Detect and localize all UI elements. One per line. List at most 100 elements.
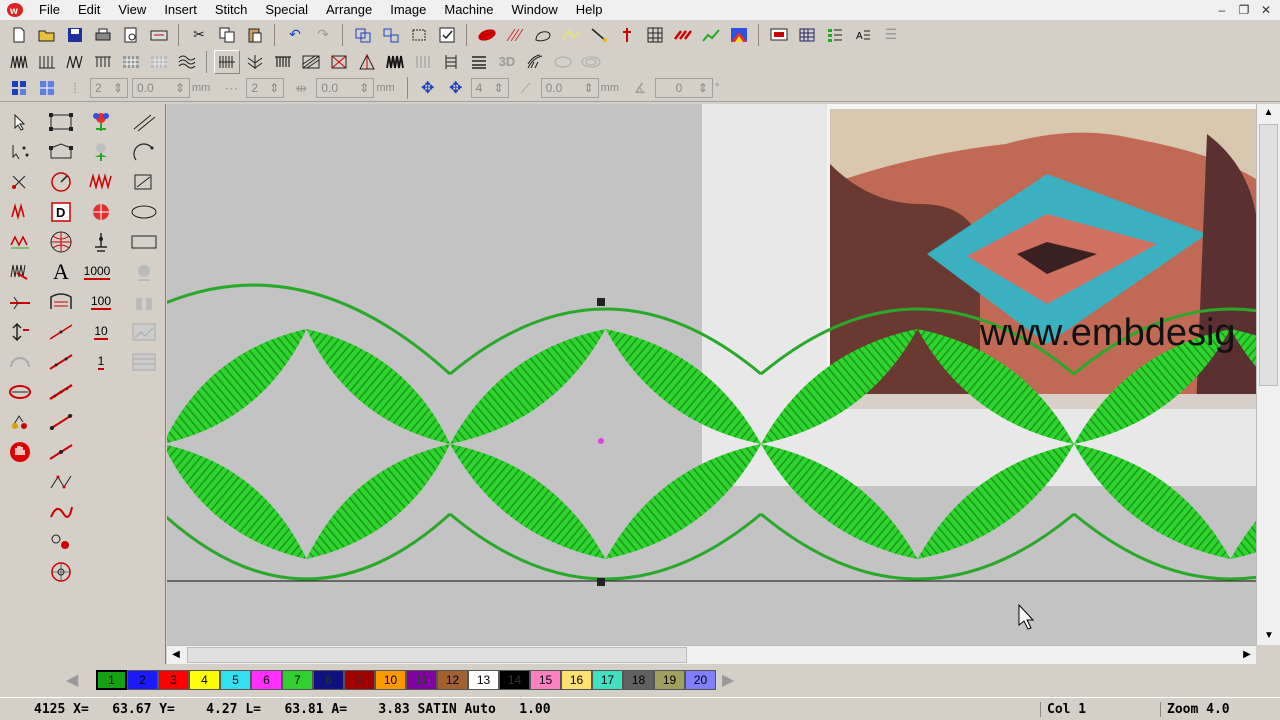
copy-icon[interactable] [214,23,240,47]
line-node-3-icon[interactable] [47,379,75,405]
color-chip-6[interactable]: 6 [251,670,282,690]
menu-arrange[interactable]: Arrange [317,0,381,20]
line-node-5-icon[interactable] [47,439,75,465]
scroll-up-arrow-icon[interactable]: ▲ [1257,104,1280,122]
stitch-count-field[interactable]: 2 ⇕ [90,78,128,98]
cut-icon[interactable]: ✂ [186,23,212,47]
color-chip-1[interactable]: 1 [96,670,127,690]
vertical-scroll-thumb[interactable] [1259,124,1278,386]
disabled-bottles-icon[interactable] [130,289,158,315]
stitch-lines-icon[interactable] [502,23,528,47]
new-file-icon[interactable] [6,23,32,47]
wave-stitch-icon[interactable] [62,50,88,74]
text-list-icon[interactable]: A [850,23,876,47]
line-node-1-icon[interactable] [47,319,75,345]
minimize-button[interactable]: – [1212,0,1232,20]
palette-left-arrow-icon[interactable]: ◀ [66,670,96,690]
chart-icon[interactable] [698,23,724,47]
red-stitch-icon[interactable] [670,23,696,47]
enclosed-shape-icon[interactable] [47,139,75,165]
menu-stitch[interactable]: Stitch [206,0,257,20]
repeat-count-field[interactable]: 4 ⇕ [470,78,509,98]
color-chip-11[interactable]: 11 [406,670,437,690]
color-chip-2[interactable]: 2 [127,670,158,690]
color-chip-3[interactable]: 3 [158,670,189,690]
ladder-icon[interactable] [438,50,464,74]
paste-icon[interactable] [242,23,268,47]
rotate-ring-icon[interactable] [6,379,34,405]
cross-fill-icon[interactable] [298,50,324,74]
disabled-list-icon[interactable]: ☰ [878,23,904,47]
offset-field[interactable]: 0.0 ⇕ [540,78,599,98]
app-logo-icon[interactable]: w [4,1,26,19]
circle-arrow-icon[interactable] [47,169,75,195]
menu-edit[interactable]: Edit [69,0,109,20]
satin-column-icon[interactable] [87,169,115,195]
list-colors-icon[interactable] [822,23,848,47]
count-100-icon[interactable]: 100 [87,289,115,315]
tatami-tool-icon[interactable] [87,199,115,225]
hand-scissors-icon[interactable] [6,409,34,435]
horizontal-scroll-thumb[interactable] [187,647,687,663]
color-picture-icon[interactable] [726,23,752,47]
curved-fill-icon[interactable] [522,50,548,74]
column-stitch-icon[interactable] [34,50,60,74]
monogram-icon[interactable] [47,289,75,315]
disabled-column-icon[interactable] [410,50,436,74]
select-arrow-icon[interactable] [6,109,34,135]
motif-fill-icon[interactable] [146,50,172,74]
scissors-tool-icon[interactable] [6,169,34,195]
color-chip-13[interactable]: 13 [468,670,499,690]
parallel-lines-icon[interactable] [130,109,158,135]
bead-icon[interactable] [47,529,75,555]
menu-special[interactable]: Special [256,0,317,20]
color-chip-19[interactable]: 19 [654,670,685,690]
redo-icon[interactable]: ↷ [310,23,336,47]
scroll-left-arrow-icon[interactable]: ◀ [167,646,185,664]
count-10-icon[interactable]: 10 [87,319,115,345]
color-chip-14[interactable]: 14 [499,670,530,690]
stitch-length-field[interactable]: 0.0 ⇕ [132,78,190,98]
disabled-shape-icon[interactable] [550,50,576,74]
zigzag-tool-icon[interactable] [6,259,34,285]
wave-fill-icon[interactable] [174,50,200,74]
color-chip-20[interactable]: 20 [685,670,716,690]
color-chip-9[interactable]: 9 [344,670,375,690]
color-chip-16[interactable]: 16 [561,670,592,690]
curve-run-icon[interactable] [47,499,75,525]
needle-icon[interactable] [586,23,612,47]
print-preview-icon[interactable] [118,23,144,47]
wave-edit-icon[interactable] [6,229,34,255]
color-chip-15[interactable]: 15 [530,670,561,690]
checklist-icon[interactable] [434,23,460,47]
transform-icon[interactable] [406,23,432,47]
ungroup-icon[interactable] [378,23,404,47]
dense-zigzag-icon[interactable] [382,50,408,74]
menu-view[interactable]: View [109,0,155,20]
line-node-4-icon[interactable] [47,409,75,435]
measure-disabled-icon[interactable] [6,349,34,375]
align-grid-icon[interactable] [6,76,32,100]
color-chip-8[interactable]: 8 [313,670,344,690]
stitch-fill-icon[interactable] [474,23,500,47]
save-icon[interactable] [62,23,88,47]
color-chip-17[interactable]: 17 [592,670,623,690]
color-chip-12[interactable]: 12 [437,670,468,690]
menu-machine[interactable]: Machine [435,0,502,20]
spacing-field[interactable]: 0.0 ⇕ [316,78,375,98]
line-node-2-icon[interactable] [47,349,75,375]
3d-icon[interactable]: 3D [494,50,520,74]
menu-help[interactable]: Help [567,0,612,20]
trim-icon[interactable] [614,23,640,47]
color-chip-4[interactable]: 4 [189,670,220,690]
disabled-cloud-tool-icon[interactable] [130,259,158,285]
reshape-icon[interactable] [47,109,75,135]
spacing-icon[interactable]: ⇹ [288,76,314,100]
fishbone-icon[interactable] [242,50,268,74]
color-chip-7[interactable]: 7 [282,670,313,690]
row-spacing-icon[interactable]: ⋯ [218,76,244,100]
row-count-field[interactable]: 2 ⇕ [246,78,285,98]
fill-pattern-icon[interactable] [118,50,144,74]
disabled-table-icon[interactable] [130,349,158,375]
design-canvas[interactable]: www.embdesig [167,104,1256,645]
